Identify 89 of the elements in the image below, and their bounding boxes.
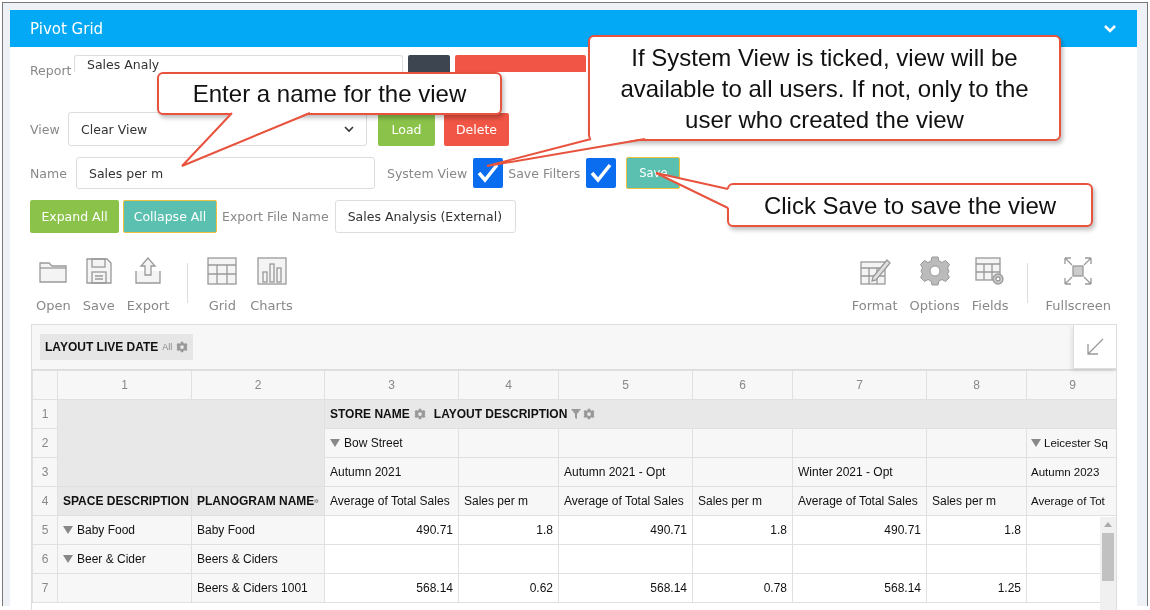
column-number: 9 [1026, 370, 1116, 400]
table-cell: 0.78 [763, 581, 787, 595]
toolbar-button[interactable]: Charts [244, 255, 299, 313]
chevron-down-icon[interactable] [344, 125, 354, 133]
toolbar-button[interactable]: Fields [965, 255, 1015, 313]
toolbar-button[interactable]: Save [76, 255, 121, 313]
row-number: 1 [32, 399, 58, 429]
column-header: Autumn 2023 [1031, 466, 1100, 478]
table-cell: 490.71 [416, 523, 453, 537]
row-number: 3 [32, 457, 58, 487]
column-number: 5 [558, 370, 693, 400]
scrollbar[interactable] [1100, 517, 1116, 610]
expand-all-button[interactable]: Expand All [30, 200, 119, 233]
table-cell: 490.71 [884, 523, 921, 537]
column-header: Sales per m [698, 494, 763, 508]
filter-label: All [162, 342, 173, 352]
column-number: 7 [792, 370, 927, 400]
delete-button[interactable]: Delete [444, 112, 509, 146]
column-number: 3 [324, 370, 459, 400]
table-cell: 490.71 [650, 523, 687, 537]
column-number: 6 [692, 370, 793, 400]
column-header: Average of Tot [1031, 495, 1105, 507]
field-name[interactable]: STORE NAME [330, 407, 410, 421]
row-header: Beers & Ciders 1001 [197, 581, 308, 595]
grid-icon [206, 255, 239, 287]
fullscreen-icon [1062, 255, 1095, 287]
checkbox[interactable] [473, 158, 504, 188]
field-label: Export File Name [222, 209, 329, 224]
settings-icon[interactable] [413, 408, 426, 420]
filter-field-chip[interactable]: LAYOUT LIVE DATE All [40, 334, 194, 360]
table-cell: 1.25 [997, 581, 1021, 595]
collapse-arrow-icon[interactable] [63, 526, 73, 534]
table-gear-icon [974, 255, 1007, 287]
column-number: 8 [926, 370, 1027, 400]
settings-icon [918, 255, 951, 287]
collapse-arrow-icon[interactable] [330, 439, 340, 447]
toolbar-button[interactable]: Options [903, 255, 966, 313]
row-number: 5 [32, 515, 58, 545]
toolbar-button[interactable]: Fullscreen [1039, 255, 1117, 313]
field-name: LAYOUT LIVE DATE [45, 340, 159, 354]
row-number: 2 [32, 428, 58, 458]
name-input[interactable]: Sales per m [76, 157, 375, 189]
row-number: 4 [32, 486, 58, 516]
table-cell: 1.8 [536, 523, 553, 537]
report-select[interactable]: Sales Analy [74, 55, 403, 72]
field-name[interactable]: LAYOUT DESCRIPTION [433, 407, 568, 421]
checkbox[interactable] [586, 158, 617, 188]
row-number: 6 [32, 544, 58, 574]
toolbar-button[interactable]: Export [120, 255, 176, 313]
field-label: Report [30, 63, 73, 78]
settings-icon[interactable] [176, 341, 189, 353]
column-header: Sales per m [464, 494, 529, 508]
column-header: Winter 2021 - Opt [798, 465, 893, 479]
table-cell: 1.8 [1004, 523, 1021, 537]
column-number: 4 [458, 370, 559, 400]
column-header: Autumn 2021 - Opt [564, 465, 666, 479]
arrow-icon [1086, 337, 1104, 356]
collapse-arrow-icon[interactable] [63, 555, 73, 563]
toolbar-button[interactable]: Format [845, 255, 904, 313]
bar-chart-icon [255, 255, 288, 287]
table-cell: 568.14 [884, 581, 921, 595]
column-number: 1 [57, 370, 192, 400]
column-number: 2 [191, 370, 325, 400]
field-label: Save Filters [508, 165, 581, 181]
row-header: Beers & Ciders [197, 552, 278, 566]
column-header: Average of Total Sales [564, 494, 684, 508]
toolbar-button[interactable]: Open [30, 255, 77, 313]
upload-icon [132, 255, 164, 287]
column-header: Sales per m [932, 494, 997, 508]
settings-icon[interactable] [583, 408, 596, 420]
table-cell: 568.14 [416, 581, 453, 595]
column-header: Autumn 2021 [330, 465, 402, 479]
toolbar-button[interactable]: Grid [200, 255, 245, 313]
collapse-all-button[interactable]: Collapse All [123, 200, 217, 233]
field-label: View [30, 121, 61, 137]
table-cell: 568.14 [650, 581, 687, 595]
row-header: Baby Food [197, 523, 256, 537]
table-cell: 0.62 [529, 581, 553, 595]
panel-title: Pivot Grid [30, 19, 104, 38]
field-label: System View [387, 165, 468, 181]
field-label: Name [30, 165, 68, 181]
table-cell: 1.8 [770, 523, 787, 537]
filter-icon[interactable] [571, 409, 582, 419]
collapse-button[interactable] [1073, 325, 1116, 369]
export-file-name-input[interactable]: Sales Analysis (External) [334, 200, 516, 233]
column-header: Average of Total Sales [330, 494, 450, 508]
row-number: 7 [32, 573, 58, 603]
collapse-arrow-icon[interactable] [1031, 439, 1041, 447]
column-header: Average of Total Sales [798, 494, 918, 508]
